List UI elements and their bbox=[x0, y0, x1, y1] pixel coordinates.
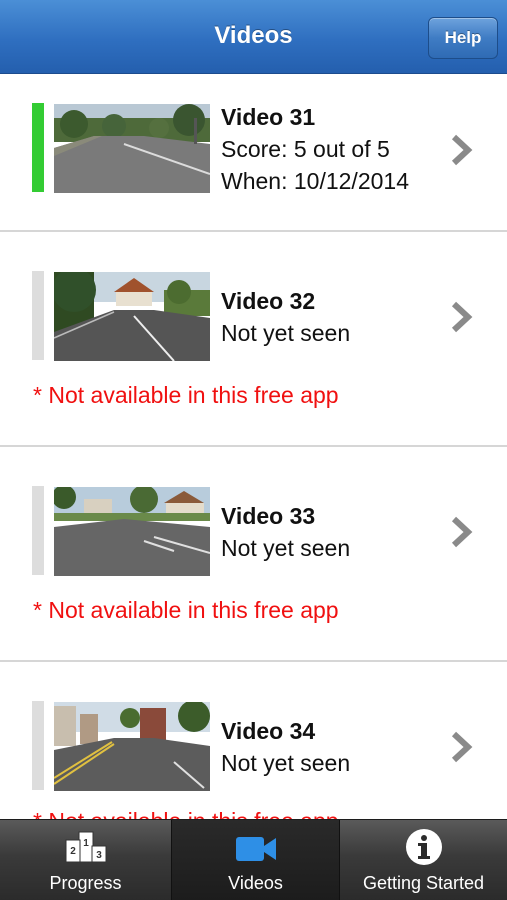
video-thumbnail bbox=[54, 272, 210, 361]
chevron-right-icon[interactable] bbox=[449, 730, 475, 764]
availability-notice: * Not available in this free app bbox=[33, 597, 339, 623]
video-date: When: 10/12/2014 bbox=[221, 165, 409, 197]
tab-label: Videos bbox=[228, 873, 283, 893]
video-title: Video 32 bbox=[221, 288, 316, 314]
tab-getting-started[interactable]: Getting Started bbox=[340, 820, 507, 900]
tab-progress[interactable]: 1 2 3 Progress bbox=[0, 820, 171, 900]
status-indicator bbox=[32, 486, 44, 575]
score-value: 5 out of 5 bbox=[293, 136, 390, 162]
availability-notice: * Not available in this free app bbox=[33, 382, 339, 408]
video-title: Video 31 bbox=[221, 104, 316, 130]
video-thumbnail bbox=[54, 487, 210, 576]
tab-bar: 1 2 3 Progress Videos Getting Started bbox=[0, 819, 507, 900]
video-status: Not yet seen bbox=[221, 320, 351, 346]
video-list-item[interactable]: Video 31 Score: 5 out of 5 When: 10/12/2… bbox=[0, 74, 507, 232]
tab-label: Getting Started bbox=[362, 873, 485, 893]
video-list-item[interactable]: Video 33 Not yet seen * Not available in… bbox=[0, 447, 507, 662]
video-title: Video 33 bbox=[221, 503, 316, 529]
video-info: Video 32 Not yet seen bbox=[221, 285, 350, 349]
help-button[interactable]: Help bbox=[428, 17, 498, 59]
chevron-right-icon[interactable] bbox=[449, 515, 475, 549]
svg-text:3: 3 bbox=[96, 850, 102, 861]
video-info: Video 33 Not yet seen bbox=[221, 500, 350, 564]
when-value: 10/12/2014 bbox=[293, 168, 409, 194]
video-camera-icon bbox=[235, 837, 276, 861]
video-list[interactable]: Video 31 Score: 5 out of 5 When: 10/12/2… bbox=[0, 74, 507, 819]
info-icon bbox=[405, 829, 442, 865]
podium-icon: 1 2 3 bbox=[65, 831, 106, 863]
nav-bar: Videos Help bbox=[0, 0, 507, 74]
video-info: Video 34 Not yet seen bbox=[221, 715, 350, 779]
screen: Videos Help Video 31 Score: 5 out of 5 W… bbox=[0, 0, 507, 900]
video-title: Video 34 bbox=[221, 718, 316, 744]
video-list-item[interactable]: Video 32 Not yet seen * Not available in… bbox=[0, 232, 507, 447]
score-label: Score: bbox=[221, 136, 288, 162]
status-indicator bbox=[32, 701, 44, 790]
chevron-right-icon[interactable] bbox=[449, 133, 475, 167]
video-status: Not yet seen bbox=[221, 535, 351, 561]
video-list-item[interactable]: Video 34 Not yet seen * Not available in… bbox=[0, 662, 507, 819]
status-indicator bbox=[32, 271, 44, 360]
tab-videos[interactable]: Videos bbox=[171, 820, 340, 900]
status-indicator bbox=[32, 103, 44, 192]
tab-label: Progress bbox=[49, 873, 122, 893]
svg-text:2: 2 bbox=[70, 846, 76, 857]
chevron-right-icon[interactable] bbox=[449, 300, 475, 334]
video-info: Video 31 Score: 5 out of 5 When: 10/12/2… bbox=[221, 101, 409, 197]
availability-notice: * Not available in this free app bbox=[33, 808, 339, 819]
video-status: Not yet seen bbox=[221, 750, 351, 776]
video-thumbnail bbox=[54, 104, 210, 193]
video-score: Score: 5 out of 5 bbox=[221, 133, 409, 165]
video-thumbnail bbox=[54, 702, 210, 791]
when-label: When: bbox=[221, 168, 288, 194]
svg-text:1: 1 bbox=[83, 838, 89, 849]
